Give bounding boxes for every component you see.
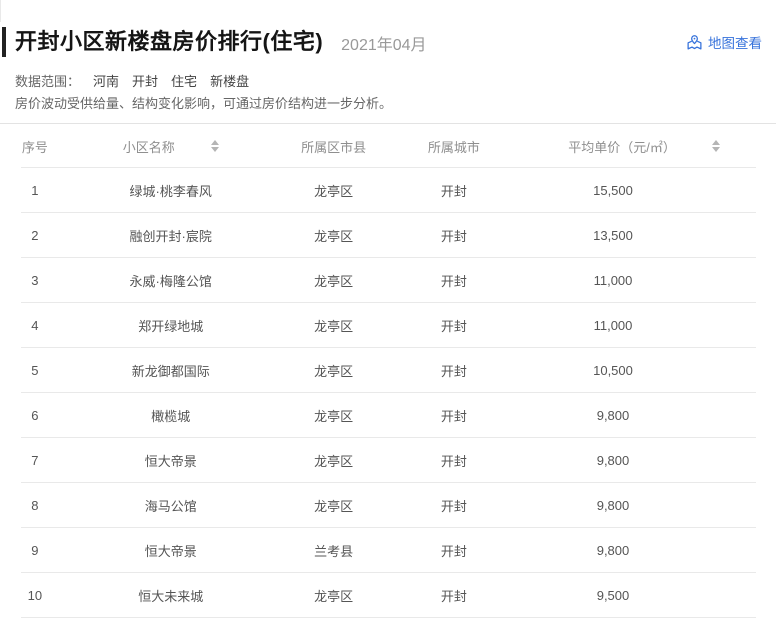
row-city: 开封 bbox=[396, 451, 512, 470]
column-header-name-label: 小区名称 bbox=[123, 137, 175, 156]
table-row: 2 融创开封·宸院 龙亭区 开封 13,500 bbox=[0, 213, 776, 258]
row-community-name: 绿城·桃李春风 bbox=[70, 181, 272, 200]
map-view-label: 地图查看 bbox=[708, 32, 762, 52]
row-district: 兰考县 bbox=[272, 541, 396, 560]
scope-item-category: 新楼盘 bbox=[210, 74, 249, 89]
scope-item-city: 开封 bbox=[132, 74, 158, 89]
row-seq: 4 bbox=[0, 318, 70, 333]
column-header-name[interactable]: 小区名称 bbox=[70, 137, 272, 156]
row-city: 开封 bbox=[396, 496, 512, 515]
row-district: 龙亭区 bbox=[272, 586, 396, 605]
row-seq: 8 bbox=[0, 498, 70, 513]
row-city: 开封 bbox=[396, 361, 512, 380]
map-pin-icon bbox=[686, 34, 703, 51]
row-seq: 5 bbox=[0, 363, 70, 378]
data-scope-line: 数据范围： 河南开封住宅新楼盘 bbox=[15, 74, 776, 89]
row-seq: 10 bbox=[0, 588, 70, 603]
row-city: 开封 bbox=[396, 541, 512, 560]
row-city: 开封 bbox=[396, 271, 512, 290]
row-community-name: 恒大帝景 bbox=[70, 451, 272, 470]
row-price: 9,800 bbox=[512, 498, 714, 513]
row-price: 9,800 bbox=[512, 453, 714, 468]
row-price: 9,500 bbox=[512, 588, 714, 603]
table-header-row: 序号 小区名称 所属区市县 所属城市 平均单价（元/㎡） bbox=[0, 124, 776, 168]
table-row: 6 橄榄城 龙亭区 开封 9,800 bbox=[0, 393, 776, 438]
map-view-link[interactable]: 地图查看 bbox=[686, 32, 762, 52]
column-header-price-label: 平均单价（元/㎡） bbox=[568, 137, 676, 156]
table-row: 5 新龙御都国际 龙亭区 开封 10,500 bbox=[0, 348, 776, 393]
analysis-note: 房价波动受供给量、结构变化影响，可通过房价结构进一步分析。 bbox=[15, 96, 776, 111]
row-price: 15,500 bbox=[512, 183, 714, 198]
table-row: 8 海马公馆 龙亭区 开封 9,800 bbox=[0, 483, 776, 528]
row-price: 11,000 bbox=[512, 318, 714, 333]
row-price: 9,800 bbox=[512, 408, 714, 423]
row-district: 龙亭区 bbox=[272, 451, 396, 470]
page-header: 开封小区新楼盘房价排行(住宅) 2021年04月 地图查看 bbox=[0, 0, 776, 58]
row-city: 开封 bbox=[396, 316, 512, 335]
sort-icon-name[interactable] bbox=[211, 140, 219, 152]
table-row: 10 恒大未来城 龙亭区 开封 9,500 bbox=[0, 573, 776, 618]
row-city: 开封 bbox=[396, 226, 512, 245]
scope-item-province: 河南 bbox=[93, 74, 119, 89]
table-row: 9 恒大帝景 兰考县 开封 9,800 bbox=[0, 528, 776, 573]
row-community-name: 永威·梅隆公馆 bbox=[70, 271, 272, 290]
row-community-name: 海马公馆 bbox=[70, 496, 272, 515]
row-city: 开封 bbox=[396, 181, 512, 200]
row-seq: 1 bbox=[0, 183, 70, 198]
row-district: 龙亭区 bbox=[272, 271, 396, 290]
report-date: 2021年04月 bbox=[341, 31, 426, 55]
table-row: 7 恒大帝景 龙亭区 开封 9,800 bbox=[0, 438, 776, 483]
row-community-name: 恒大帝景 bbox=[70, 541, 272, 560]
row-seq: 2 bbox=[0, 228, 70, 243]
sort-icon-price[interactable] bbox=[712, 140, 720, 152]
row-community-name: 橄榄城 bbox=[70, 406, 272, 425]
row-district: 龙亭区 bbox=[272, 406, 396, 425]
row-city: 开封 bbox=[396, 586, 512, 605]
row-price: 10,500 bbox=[512, 363, 714, 378]
row-community-name: 新龙御都国际 bbox=[70, 361, 272, 380]
row-seq: 7 bbox=[0, 453, 70, 468]
row-district: 龙亭区 bbox=[272, 226, 396, 245]
row-price: 11,000 bbox=[512, 273, 714, 288]
column-header-seq: 序号 bbox=[0, 137, 70, 156]
price-ranking-table: 序号 小区名称 所属区市县 所属城市 平均单价（元/㎡） 1 绿城·桃李春风 龙… bbox=[0, 123, 776, 618]
row-district: 龙亭区 bbox=[272, 316, 396, 335]
column-header-price[interactable]: 平均单价（元/㎡） bbox=[512, 137, 776, 156]
column-header-city: 所属城市 bbox=[396, 137, 512, 156]
table-row: 4 郑开绿地城 龙亭区 开封 11,000 bbox=[0, 303, 776, 348]
scope-item-type: 住宅 bbox=[171, 74, 197, 89]
row-district: 龙亭区 bbox=[272, 361, 396, 380]
row-community-name: 郑开绿地城 bbox=[70, 316, 272, 335]
column-header-district: 所属区市县 bbox=[272, 137, 396, 156]
row-seq: 6 bbox=[0, 408, 70, 423]
row-seq: 9 bbox=[0, 543, 70, 558]
scope-label: 数据范围： bbox=[15, 74, 80, 89]
page-edge bbox=[0, 0, 1, 22]
row-community-name: 恒大未来城 bbox=[70, 586, 272, 605]
table-row: 1 绿城·桃李春风 龙亭区 开封 15,500 bbox=[0, 168, 776, 213]
row-district: 龙亭区 bbox=[272, 181, 396, 200]
row-district: 龙亭区 bbox=[272, 496, 396, 515]
title-accent-bar bbox=[2, 27, 6, 57]
row-price: 13,500 bbox=[512, 228, 714, 243]
row-community-name: 融创开封·宸院 bbox=[70, 226, 272, 245]
row-price: 9,800 bbox=[512, 543, 714, 558]
row-city: 开封 bbox=[396, 406, 512, 425]
page-title: 开封小区新楼盘房价排行(住宅) bbox=[15, 27, 323, 57]
row-seq: 3 bbox=[0, 273, 70, 288]
table-row: 3 永威·梅隆公馆 龙亭区 开封 11,000 bbox=[0, 258, 776, 303]
